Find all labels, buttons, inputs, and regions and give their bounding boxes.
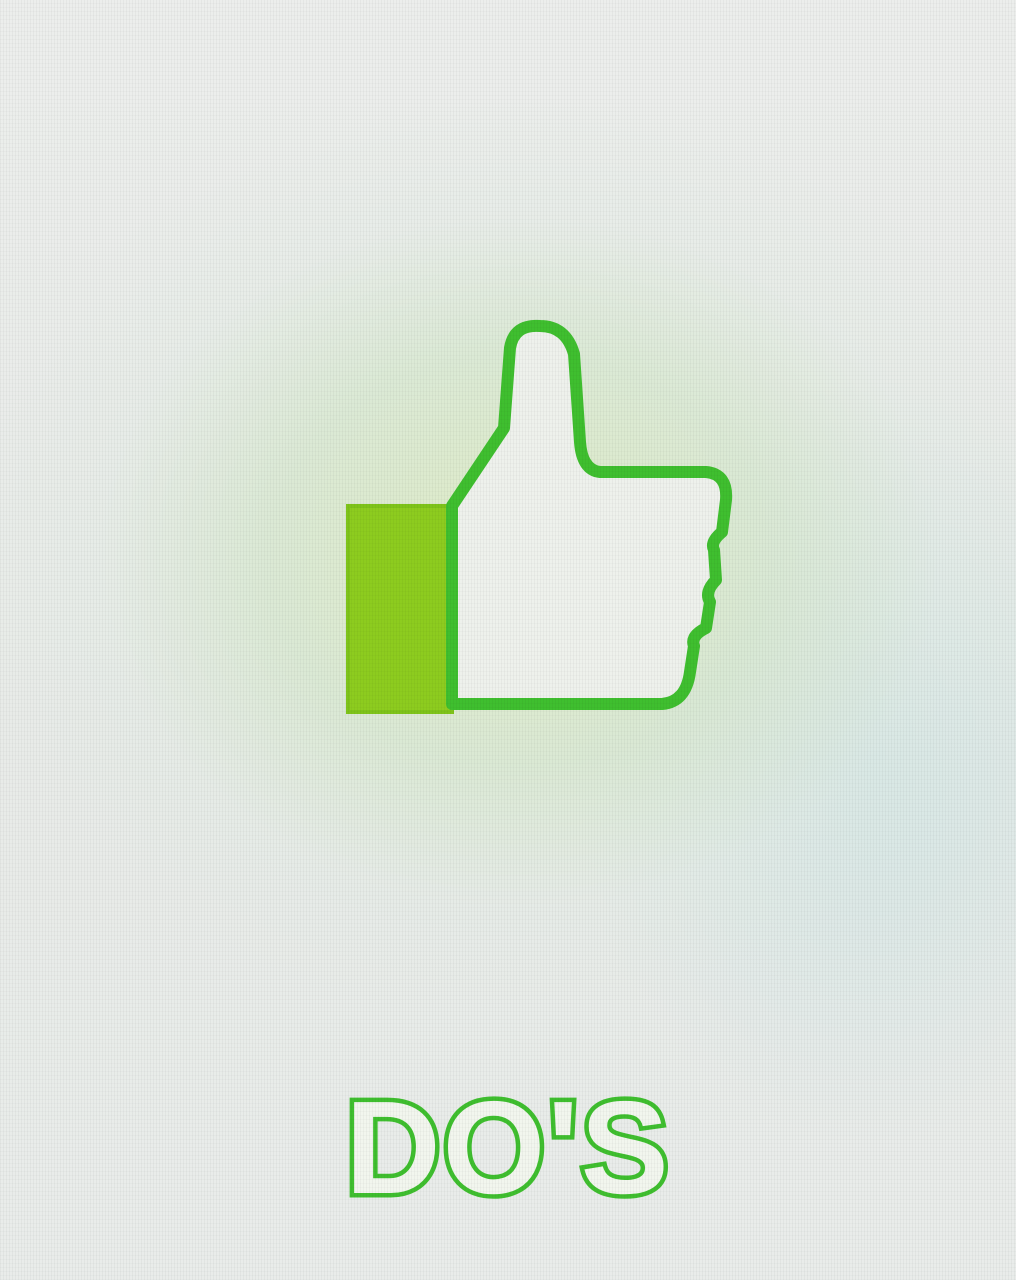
thumbs-up-icon	[330, 310, 750, 730]
dos-label: DO'S	[341, 1073, 673, 1222]
dos-card: DO'S	[0, 0, 1016, 1280]
